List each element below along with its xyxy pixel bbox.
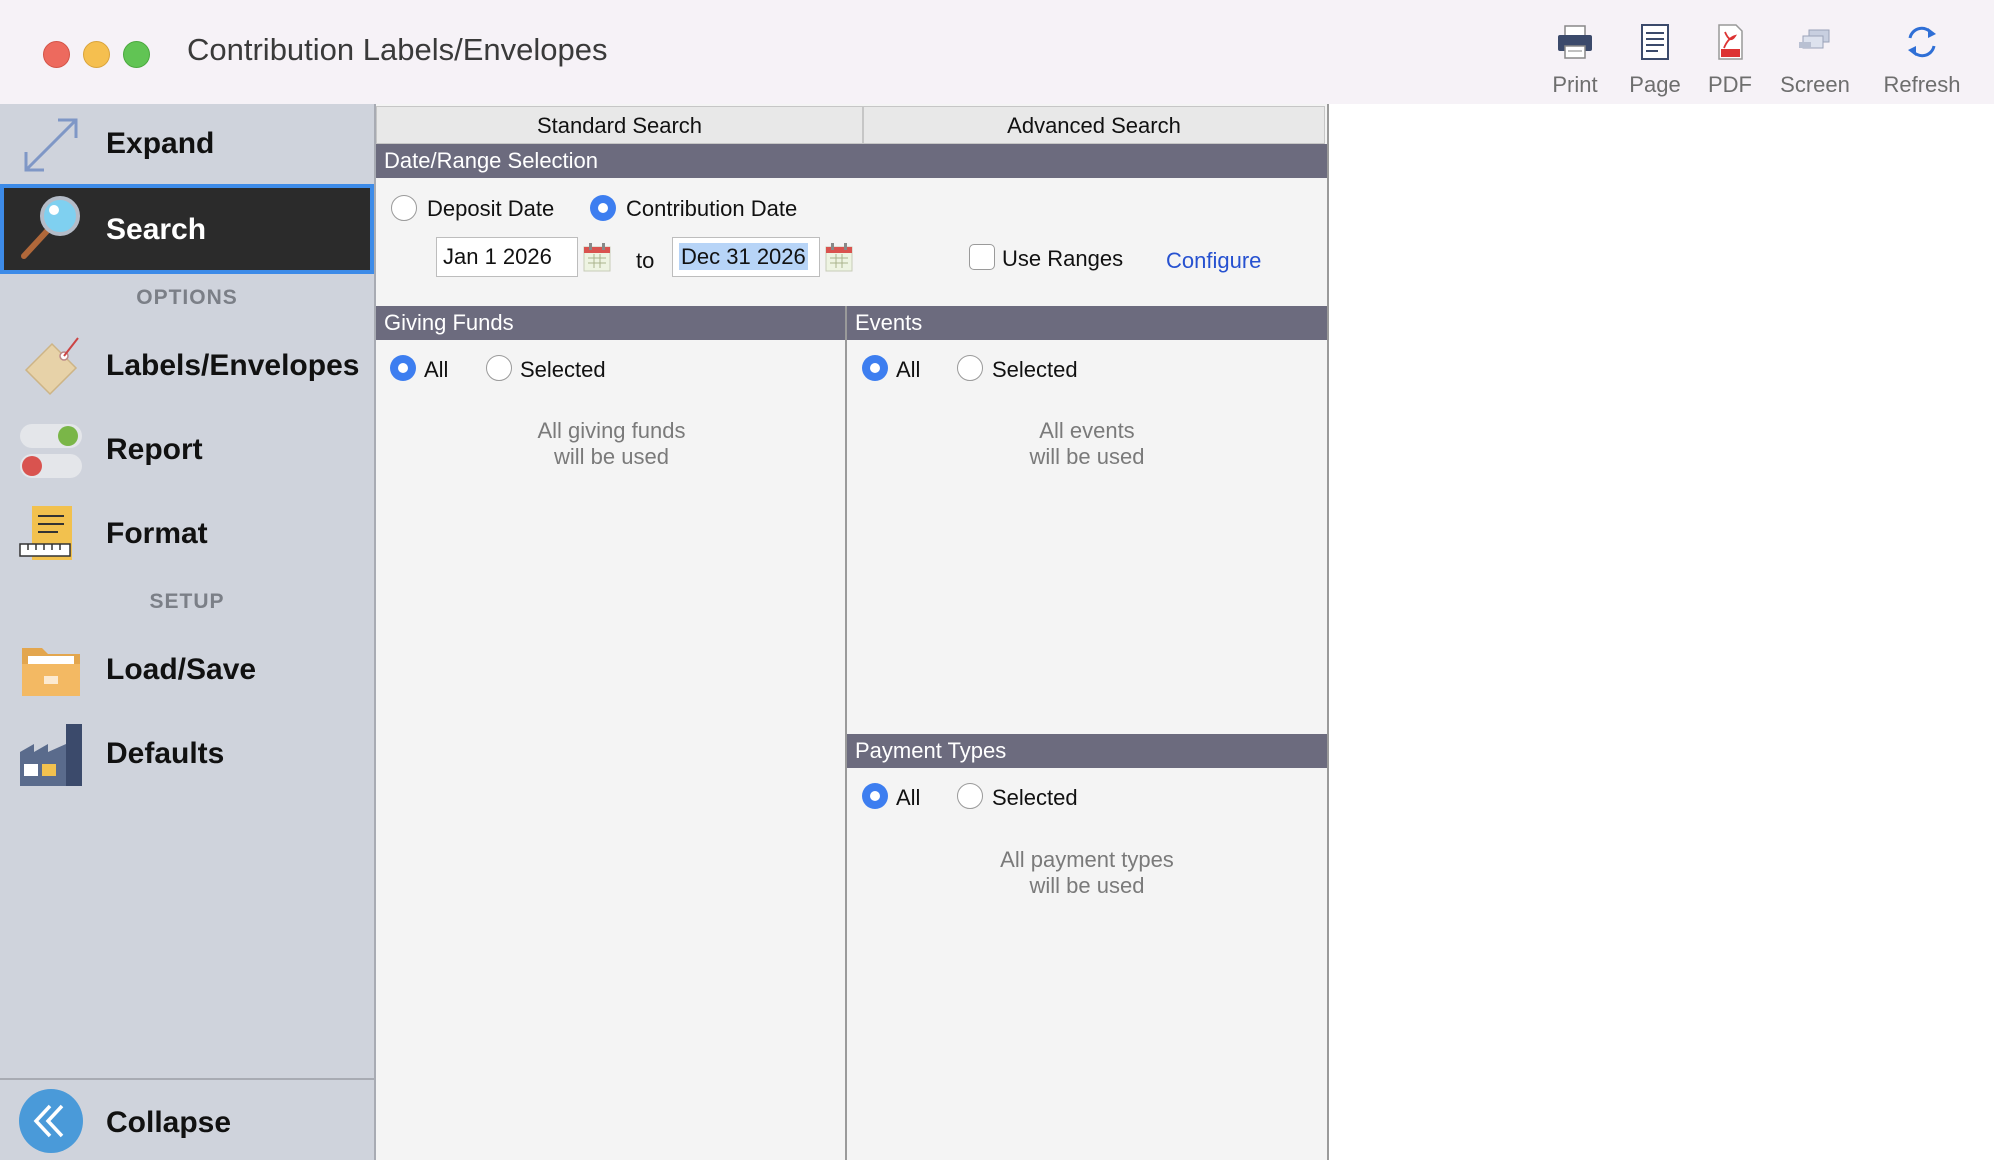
giving-funds-all-radio[interactable] [390,355,416,381]
sidebar-item-label: Report [106,433,203,466]
page-icon [1641,24,1669,60]
expand-icon [24,118,78,172]
events-header: Events [847,306,1327,340]
tag-icon [24,337,79,396]
giving-funds-header: Giving Funds [376,306,847,340]
preview-pane [1327,104,1994,1160]
end-date-field[interactable]: Dec 31 2026 [672,237,820,277]
sidebar-item-format[interactable]: Format [0,494,374,574]
refresh-button[interactable]: Refresh [1876,22,1968,102]
pdf-icon [1718,24,1743,60]
payment-types-all-radio[interactable] [862,783,888,809]
magnifier-icon [21,196,80,259]
print-label: Print [1552,72,1598,97]
configure-link[interactable]: Configure [1166,248,1261,274]
giving-funds-selected-radio[interactable] [486,355,512,381]
giving-funds-note: All giving funds will be used [376,418,847,470]
giving-funds-selected-label: Selected [520,357,606,382]
sidebar-item-label: Defaults [106,737,225,770]
printer-icon [1558,25,1592,59]
pdf-label: PDF [1708,72,1752,97]
calendar-icon[interactable] [583,242,611,272]
start-date-field[interactable]: Jan 1 2026 [436,237,578,277]
payment-types-selected-label: Selected [992,785,1078,810]
events-note-line1: All events [1039,418,1135,443]
format-ruler-icon [19,506,72,560]
use-ranges-checkbox[interactable] [969,244,995,270]
app-window: Contribution Labels/Envelopes Print Page [0,0,1994,1160]
title-bar: Contribution Labels/Envelopes Print Page [0,0,1994,105]
folder-icon [22,648,80,696]
sidebar-item-defaults[interactable]: Defaults [0,714,374,794]
sidebar-divider [0,1078,374,1080]
contribution-date-radio[interactable] [590,195,616,221]
deposit-date-label: Deposit Date [427,196,555,221]
calendar-icon[interactable] [825,242,853,272]
refresh-icon [1908,26,1936,58]
payment-types-note: All payment types will be used [847,847,1327,899]
events-note-line2: will be used [1029,444,1145,469]
window-title: Contribution Labels/Envelopes [187,32,608,67]
screen-label: Screen [1780,72,1850,97]
end-date-value: Dec 31 2026 [679,243,808,270]
sidebar-item-label: Load/Save [106,653,257,686]
zoom-window-button[interactable] [123,41,150,68]
page-label: Page [1629,72,1681,97]
sidebar-item-label: Expand [106,127,215,160]
payment-types-note-line2: will be used [1029,873,1145,898]
collapse-chevrons-icon [19,1089,83,1153]
page-button[interactable]: Page [1625,22,1685,102]
screen-button[interactable]: Screen [1775,22,1855,102]
setup-header: SETUP [149,590,225,613]
payment-types-header: Payment Types [847,734,1327,768]
print-button[interactable]: Print [1545,22,1605,102]
minimize-window-button[interactable] [83,41,110,68]
screen-icon [1799,29,1830,49]
toggles-icon [20,424,82,478]
sidebar-item-label: Search [106,213,207,246]
events-selected-label: Selected [992,357,1078,382]
events-note: All events will be used [847,418,1327,470]
sidebar-item-collapse[interactable]: Collapse [0,1086,374,1160]
refresh-label: Refresh [1883,72,1961,97]
sidebar-item-labels-envelopes[interactable]: Labels/Envelopes [0,326,374,406]
deposit-date-radio[interactable] [391,195,417,221]
events-all-radio[interactable] [862,355,888,381]
tab-advanced-search[interactable]: Advanced Search [863,106,1325,144]
events-selected-radio[interactable] [957,355,983,381]
use-ranges-label: Use Ranges [1002,246,1124,271]
payment-types-all-label: All [896,785,921,810]
date-range-header: Date/Range Selection [376,144,1327,178]
sidebar-item-label: Labels/Envelopes [106,349,360,382]
giving-funds-all-label: All [424,357,449,382]
close-window-button[interactable] [43,41,70,68]
sidebar-item-label: Collapse [106,1106,232,1139]
events-all-label: All [896,357,921,382]
sidebar-item-expand[interactable]: Expand [0,104,374,184]
contribution-date-label: Contribution Date [626,196,798,221]
options-header: OPTIONS [136,286,238,309]
sidebar: Expand Search OPTIONS Labels/Envelopes R… [0,104,376,1160]
giving-funds-note-line2: will be used [554,444,669,469]
factory-icon [20,724,82,786]
sidebar-item-load-save[interactable]: Load/Save [0,630,374,710]
main-panel: Standard Search Advanced Search Date/Ran… [376,104,1327,1160]
payment-types-selected-radio[interactable] [957,783,983,809]
payment-types-note-line1: All payment types [1000,847,1174,872]
pdf-button[interactable]: PDF [1700,22,1760,102]
sidebar-item-search[interactable]: Search [0,184,374,274]
tab-standard-search[interactable]: Standard Search [376,106,863,144]
sidebar-item-label: Format [106,517,208,550]
sidebar-item-report[interactable]: Report [0,410,374,490]
to-label: to [636,248,655,273]
giving-funds-note-line1: All giving funds [537,418,686,443]
